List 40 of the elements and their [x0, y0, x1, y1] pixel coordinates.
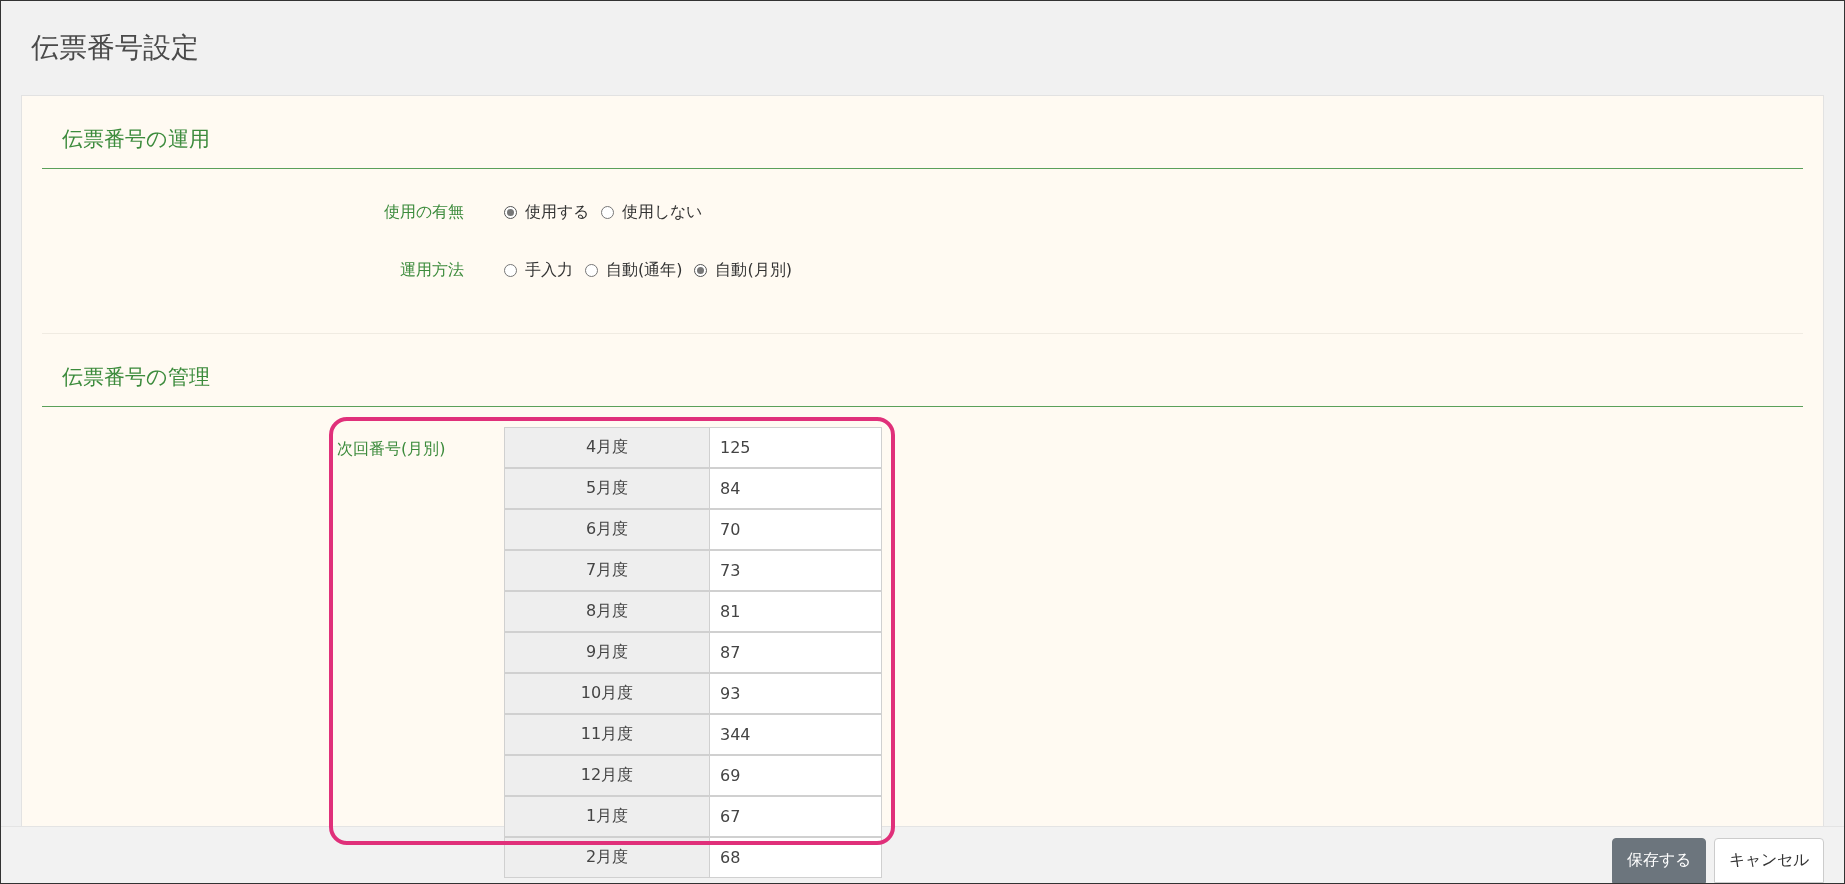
section-title: 伝票番号の運用: [42, 96, 1803, 169]
page-title: 伝票番号設定: [31, 30, 199, 66]
radio-icon[interactable]: [504, 263, 517, 277]
number-input[interactable]: 73: [709, 550, 882, 591]
field-label: 使用の有無: [383, 201, 464, 223]
radio-option[interactable]: 自動(月別): [694, 259, 792, 281]
number-input[interactable]: 70: [709, 509, 882, 550]
save-button[interactable]: 保存する: [1612, 838, 1706, 883]
month-cell: 9月度: [504, 632, 709, 673]
radio-option[interactable]: 手入力: [504, 259, 573, 281]
section-title: 伝票番号の管理: [42, 334, 1803, 407]
radio-icon[interactable]: [694, 263, 708, 277]
number-input[interactable]: 68: [709, 837, 882, 878]
cancel-button[interactable]: キャンセル: [1714, 838, 1824, 883]
number-input[interactable]: 81: [709, 591, 882, 632]
month-cell: 10月度: [504, 673, 709, 714]
radio-icon[interactable]: [504, 205, 517, 219]
number-input[interactable]: 69: [709, 755, 882, 796]
month-cell: 4月度: [504, 427, 709, 468]
radio-option[interactable]: 使用しない: [601, 201, 702, 223]
field-label: 運用方法: [399, 259, 464, 281]
month-cell: 1月度: [504, 796, 709, 837]
field-label: 次回番号(月別): [337, 438, 447, 460]
month-cell: 12月度: [504, 755, 709, 796]
number-input[interactable]: 93: [709, 673, 882, 714]
radio-option[interactable]: 自動(通年): [585, 259, 683, 281]
number-input[interactable]: 87: [709, 632, 882, 673]
number-input[interactable]: 344: [709, 714, 882, 755]
month-cell: 6月度: [504, 509, 709, 550]
month-cell: 2月度: [504, 837, 709, 878]
radio-option[interactable]: 使用する: [504, 201, 589, 223]
radio-icon[interactable]: [585, 263, 598, 277]
month-cell: 7月度: [504, 550, 709, 591]
month-cell: 8月度: [504, 591, 709, 632]
number-input[interactable]: 67: [709, 796, 882, 837]
number-input[interactable]: 125: [709, 427, 882, 468]
number-input[interactable]: 84: [709, 468, 882, 509]
month-cell: 11月度: [504, 714, 709, 755]
month-cell: 5月度: [504, 468, 709, 509]
radio-icon[interactable]: [601, 205, 614, 219]
